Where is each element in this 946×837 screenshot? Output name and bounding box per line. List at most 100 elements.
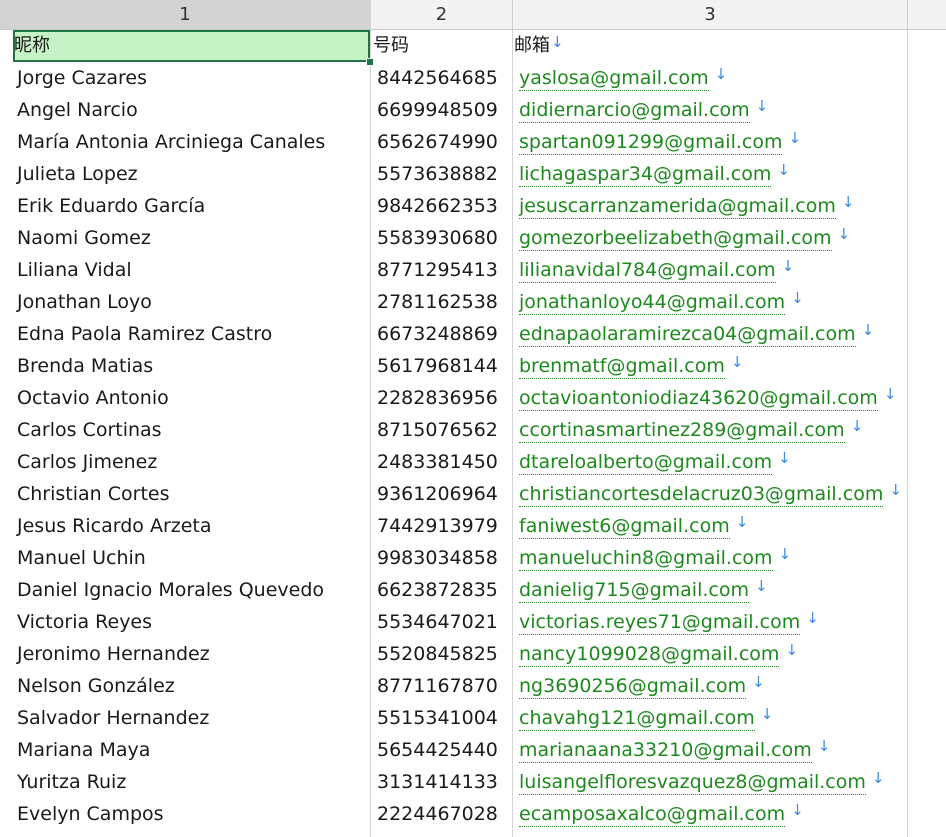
email-cell[interactable]: ng3690256@gmail.com ↓ bbox=[519, 670, 765, 702]
name-cell[interactable]: Evelyn Campos bbox=[17, 798, 164, 830]
email-link[interactable]: didiernarcio@gmail.com bbox=[519, 98, 750, 123]
email-link[interactable]: spartan091299@gmail.com bbox=[519, 130, 783, 155]
column-header-1[interactable]: 1 bbox=[0, 0, 371, 29]
sort-arrow-icon[interactable]: ↓ bbox=[551, 30, 564, 54]
name-cell[interactable]: Christian Cortes bbox=[17, 478, 170, 510]
header-cell-email[interactable]: 邮箱↓ bbox=[514, 30, 564, 62]
phone-cell[interactable]: 9983034858 bbox=[377, 542, 498, 574]
name-cell[interactable]: María Antonia Arciniega Canales bbox=[17, 126, 325, 158]
phone-cell[interactable]: 8771295413 bbox=[377, 254, 498, 286]
phone-cell[interactable]: 2483381450 bbox=[377, 446, 498, 478]
email-link[interactable]: jesuscarranzamerida@gmail.com bbox=[519, 194, 836, 219]
phone-cell[interactable]: 7442913979 bbox=[377, 510, 498, 542]
name-cell[interactable]: Edna Paola Ramirez Castro bbox=[17, 318, 272, 350]
phone-cell[interactable]: 5583930680 bbox=[377, 222, 498, 254]
name-cell[interactable]: Liliana Vidal bbox=[17, 254, 132, 286]
email-cell[interactable]: danielig715@gmail.com ↓ bbox=[519, 574, 768, 606]
email-link[interactable]: ng3690256@gmail.com bbox=[519, 674, 747, 699]
phone-cell[interactable]: 5515341004 bbox=[377, 702, 498, 734]
phone-cell[interactable]: 9842662353 bbox=[377, 190, 498, 222]
email-cell[interactable]: lichagaspar34@gmail.com ↓ bbox=[519, 158, 790, 190]
email-cell[interactable]: nancy1099028@gmail.com ↓ bbox=[519, 638, 798, 670]
email-cell[interactable]: ccortinasmartinez289@gmail.com ↓ bbox=[519, 414, 863, 446]
email-link[interactable]: dtareloalberto@gmail.com bbox=[519, 450, 773, 475]
email-cell[interactable]: octavioantoniodiaz43620@gmail.com ↓ bbox=[519, 382, 896, 414]
name-cell[interactable]: Manuel Uchin bbox=[17, 542, 146, 574]
phone-cell[interactable]: 6699948509 bbox=[377, 94, 498, 126]
email-cell[interactable]: didiernarcio@gmail.com ↓ bbox=[519, 94, 768, 126]
name-cell[interactable]: Victoria Reyes bbox=[17, 606, 152, 638]
phone-cell[interactable]: 5573638882 bbox=[377, 158, 498, 190]
email-cell[interactable]: luisangelfloresvazquez8@gmail.com ↓ bbox=[519, 766, 884, 798]
name-cell[interactable]: Brenda Matias bbox=[17, 350, 153, 382]
phone-cell[interactable]: 6562674990 bbox=[377, 126, 498, 158]
email-link[interactable]: lilianavidal784@gmail.com bbox=[519, 258, 776, 283]
email-link[interactable]: christiancortesdelacruz03@gmail.com bbox=[519, 482, 884, 507]
name-cell[interactable]: Daniel Ignacio Morales Quevedo bbox=[17, 574, 324, 606]
email-cell[interactable]: dtareloalberto@gmail.com ↓ bbox=[519, 446, 791, 478]
email-cell[interactable]: brenmatf@gmail.com ↓ bbox=[519, 350, 743, 382]
phone-cell[interactable]: 2781162538 bbox=[377, 286, 498, 318]
phone-cell[interactable]: 2282836956 bbox=[377, 382, 498, 414]
email-cell[interactable]: victorias.reyes71@gmail.com ↓ bbox=[519, 606, 819, 638]
email-link[interactable]: ccortinasmartinez289@gmail.com bbox=[519, 418, 845, 443]
column-header-empty[interactable] bbox=[908, 0, 946, 29]
email-cell[interactable]: jonathanloyo44@gmail.com ↓ bbox=[519, 286, 804, 318]
phone-cell[interactable]: 5617968144 bbox=[377, 350, 498, 382]
email-link[interactable]: gomezorbeelizabeth@gmail.com bbox=[519, 226, 832, 251]
phone-cell[interactable]: 9361206964 bbox=[377, 478, 498, 510]
phone-cell[interactable]: 2224467028 bbox=[377, 798, 498, 830]
name-cell[interactable]: Jonathan Loyo bbox=[17, 286, 152, 318]
phone-cell[interactable]: 5654425440 bbox=[377, 734, 498, 766]
email-link[interactable]: chavahg121@gmail.com bbox=[519, 706, 755, 731]
email-cell[interactable]: jesuscarranzamerida@gmail.com ↓ bbox=[519, 190, 854, 222]
name-cell[interactable]: Jorge Cazares bbox=[17, 62, 147, 94]
name-cell[interactable]: Carlos Jimenez bbox=[17, 446, 157, 478]
name-cell[interactable]: Jeronimo Hernandez bbox=[17, 638, 210, 670]
name-cell[interactable]: Mariana Maya bbox=[17, 734, 150, 766]
phone-cell[interactable]: 6623872835 bbox=[377, 574, 498, 606]
name-cell[interactable]: Yuritza Ruiz bbox=[17, 766, 126, 798]
phone-cell[interactable]: 5534647021 bbox=[377, 606, 498, 638]
email-cell[interactable]: marianaana33210@gmail.com ↓ bbox=[519, 734, 830, 766]
email-cell[interactable]: ecamposaxalco@gmail.com ↓ bbox=[519, 798, 804, 830]
name-cell[interactable]: Angel Narcio bbox=[17, 94, 138, 126]
header-cell-phone[interactable]: 号码 bbox=[373, 30, 409, 62]
email-link[interactable]: octavioantoniodiaz43620@gmail.com bbox=[519, 386, 878, 411]
email-link[interactable]: faniwest6@gmail.com bbox=[519, 514, 730, 539]
phone-cell[interactable]: 8442564685 bbox=[377, 62, 498, 94]
email-cell[interactable]: christiancortesdelacruz03@gmail.com ↓ bbox=[519, 478, 902, 510]
email-link[interactable]: jonathanloyo44@gmail.com bbox=[519, 290, 786, 315]
phone-cell[interactable]: 8771167870 bbox=[377, 670, 498, 702]
phone-cell[interactable]: 5520845825 bbox=[377, 638, 498, 670]
email-cell[interactable]: spartan091299@gmail.com ↓ bbox=[519, 126, 801, 158]
name-cell[interactable]: Carlos Cortinas bbox=[17, 414, 162, 446]
email-link[interactable]: marianaana33210@gmail.com bbox=[519, 738, 812, 763]
name-cell[interactable]: Jesus Ricardo Arzeta bbox=[17, 510, 212, 542]
name-cell[interactable]: Naomi Gomez bbox=[17, 222, 151, 254]
email-cell[interactable]: manueluchin8@gmail.com ↓ bbox=[519, 542, 791, 574]
email-link[interactable]: luisangelfloresvazquez8@gmail.com bbox=[519, 770, 866, 795]
phone-cell[interactable]: 3131414133 bbox=[377, 766, 498, 798]
name-cell[interactable]: Julieta Lopez bbox=[17, 158, 138, 190]
email-link[interactable]: victorias.reyes71@gmail.com bbox=[519, 610, 801, 635]
email-link[interactable]: danielig715@gmail.com bbox=[519, 578, 749, 603]
email-link[interactable]: brenmatf@gmail.com bbox=[519, 354, 725, 379]
email-cell[interactable]: chavahg121@gmail.com ↓ bbox=[519, 702, 773, 734]
email-link[interactable]: ednapaolaramirezca04@gmail.com bbox=[519, 322, 856, 347]
email-cell[interactable]: faniwest6@gmail.com ↓ bbox=[519, 510, 748, 542]
name-cell[interactable]: Erik Eduardo García bbox=[17, 190, 205, 222]
name-cell[interactable]: Octavio Antonio bbox=[17, 382, 169, 414]
email-link[interactable]: ecamposaxalco@gmail.com bbox=[519, 802, 786, 827]
email-cell[interactable]: gomezorbeelizabeth@gmail.com ↓ bbox=[519, 222, 850, 254]
email-cell[interactable]: yaslosa@gmail.com ↓ bbox=[519, 62, 727, 94]
header-cell-name[interactable]: 昵称 bbox=[14, 30, 50, 62]
email-cell[interactable]: ednapaolaramirezca04@gmail.com ↓ bbox=[519, 318, 874, 350]
name-cell[interactable]: Salvador Hernandez bbox=[17, 702, 209, 734]
name-cell[interactable]: Nelson González bbox=[17, 670, 175, 702]
email-link[interactable]: manueluchin8@gmail.com bbox=[519, 546, 773, 571]
email-link[interactable]: nancy1099028@gmail.com bbox=[519, 642, 780, 667]
phone-cell[interactable]: 6673248869 bbox=[377, 318, 498, 350]
column-header-3[interactable]: 3 bbox=[513, 0, 908, 29]
column-header-2[interactable]: 2 bbox=[371, 0, 513, 29]
